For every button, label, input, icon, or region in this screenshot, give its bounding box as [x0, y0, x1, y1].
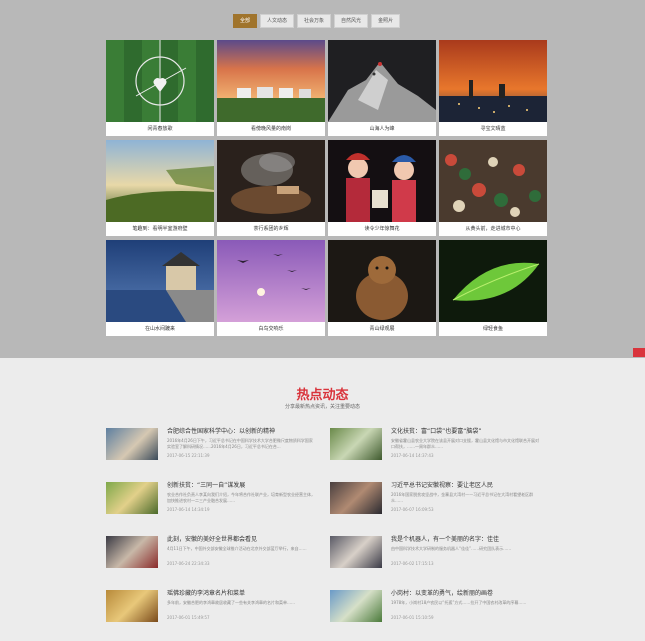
news-thumbnail[interactable]	[106, 536, 158, 568]
news-summary: 4月11日下午，中国外交部安徽全球推介活动在北京外交部蓝厅举行，来自……	[167, 546, 307, 551]
photo-caption: 看傍晚风量的南岗	[250, 126, 291, 132]
news-summary: 由中国科学技术大学研制的服务机器人“佳佳”……研究团队表示……	[391, 546, 512, 551]
news-thumbnail[interactable]	[106, 482, 158, 514]
news-title[interactable]: 文化扶贫：富“口袋”也要富“脑袋”	[391, 426, 539, 435]
photo-card[interactable]: 山海人为峰	[328, 40, 436, 136]
news-title[interactable]: 合肥综合性国家科学中心：以创新的精神	[167, 426, 315, 435]
news-item[interactable]: 合肥综合性国家科学中心：以创新的精神 2016年4月26日下午，习近平总书记在中…	[106, 426, 324, 468]
news-item[interactable]: 文化扶贫：富“口袋”也要富“脑袋” 安徽省霍山县农业大学院在该县开展对口支援，霍…	[330, 426, 548, 468]
photo-thumbnail[interactable]	[328, 240, 436, 322]
photo-card[interactable]: 白鸟交响乐	[217, 240, 325, 336]
photo-thumbnail[interactable]	[217, 40, 325, 122]
news-date: 2017-06-24 22:34:33	[167, 561, 210, 566]
news-section-title: 热点动态	[296, 388, 349, 403]
news-summary: 2016年国家脱贫攻坚战中，金寨县大湾村——习近平总书记在大湾村看望老区群众……	[391, 492, 534, 503]
news-summary: 多年前，安徽合肥的李鸿章故居收藏了一些有关李鸿章的名片和菜单……	[167, 600, 295, 605]
photo-thumbnail[interactable]	[439, 40, 547, 122]
side-float-tab[interactable]	[633, 348, 645, 357]
photo-card[interactable]: 笔趣到：看明半室游府壁	[106, 140, 214, 236]
photo-thumbnail[interactable]	[106, 140, 214, 222]
news-thumbnail[interactable]	[330, 536, 382, 568]
photo-caption: 从黄头前，走进城市中心	[465, 226, 521, 232]
photo-caption: 笔趣到：看明半室游府壁	[132, 226, 188, 232]
tab-all[interactable]: 全部	[233, 14, 258, 28]
tab-culture[interactable]: 人文动态	[260, 14, 295, 28]
news-item[interactable]: 创新扶贫：“三同一自”谋发展 农业合作社负责人李某向我们介绍，今年将合作社联产业…	[106, 480, 324, 522]
photo-caption: 山海人为峰	[369, 126, 395, 132]
news-title[interactable]: 习近平总书记安徽视察：要让老区人民	[391, 480, 539, 489]
photo-gallery-section: 全部 人文动态 社会万象 自然风光 金照片 闲青春放歌 看傍晚风量的南岗 山海人…	[0, 0, 645, 358]
news-item[interactable]: 我是个机器人，有一个美丽的名字：佳佳 由中国科学技术大学研制的服务机器人“佳佳”…	[330, 534, 548, 576]
news-item[interactable]: 瑶佛珍藏的李鸿章名片和菜单 多年前，安徽合肥的李鸿章故居收藏了一些有关李鸿章的名…	[106, 588, 324, 630]
photo-card[interactable]: 寻宝文晴蓝	[439, 40, 547, 136]
page: 全部 人文动态 社会万象 自然风光 金照片 闲青春放歌 看傍晚风量的南岗 山海人…	[0, 0, 645, 641]
category-tabs: 全部 人文动态 社会万象 自然风光 金照片	[233, 14, 401, 28]
photo-thumbnail[interactable]	[328, 140, 436, 222]
photo-card[interactable]: 闲青春放歌	[106, 40, 214, 136]
photo-card[interactable]: 青山绿观展	[328, 240, 436, 336]
news-title[interactable]: 此刻，安徽的美好全世界都会看见	[167, 534, 315, 543]
photo-card[interactable]: 看傍晚风量的南岗	[217, 40, 325, 136]
photo-thumbnail[interactable]	[439, 140, 547, 222]
photo-caption: 读令少年惊舞花	[364, 226, 400, 232]
news-summary: 安徽省霍山县农业大学院在该县开展对口支援，霍山县文化馆与市文化馆联合开展对口帮扶…	[391, 438, 539, 449]
news-thumbnail[interactable]	[106, 428, 158, 460]
news-section-subtitle: 分享最新热点资讯，关注重要动态	[284, 404, 360, 410]
news-thumbnail[interactable]	[330, 428, 382, 460]
photo-card[interactable]: 在山水间踱来	[106, 240, 214, 336]
news-date: 2017-06-01 15:10:59	[391, 615, 434, 620]
news-thumbnail[interactable]	[330, 482, 382, 514]
news-thumbnail[interactable]	[106, 590, 158, 622]
photo-card[interactable]: 绿轻食鱼	[439, 240, 547, 336]
news-list: 合肥综合性国家科学中心：以创新的精神 2016年4月26日下午，习近平总书记在中…	[106, 426, 548, 630]
tab-nature[interactable]: 自然风光	[334, 14, 369, 28]
news-date: 2017-06-07 16:09:53	[391, 507, 434, 512]
photo-card[interactable]: 从黄头前，走进城市中心	[439, 140, 547, 236]
news-summary: 1978年，小岗村18户农民以“托孤”方式……拉开了中国农村改革的序幕……	[391, 600, 527, 605]
photo-thumbnail[interactable]	[328, 40, 436, 122]
news-summary: 农业合作社负责人李某向我们介绍，今年将合作社联产业，培育新型农业经营主体，加快推…	[167, 492, 315, 503]
photo-caption: 闲青春放歌	[147, 126, 173, 132]
news-date: 2017-06-01 15:49:57	[167, 615, 210, 620]
news-title[interactable]: 小岗村：以变革的勇气，绘新丽的画卷	[391, 588, 539, 597]
news-title[interactable]: 创新扶贫：“三同一自”谋发展	[167, 480, 315, 489]
news-item[interactable]: 习近平总书记安徽视察：要让老区人民 2016年国家脱贫攻坚战中，金寨县大湾村——…	[330, 480, 548, 522]
photo-thumbnail[interactable]	[106, 240, 214, 322]
photo-caption: 在山水间踱来	[144, 326, 175, 332]
tab-gold-photos[interactable]: 金照片	[371, 14, 401, 28]
photo-card[interactable]: 茶行系团的乡辉	[217, 140, 325, 236]
photo-thumbnail[interactable]	[217, 140, 325, 222]
news-title[interactable]: 我是个机器人，有一个美丽的名字：佳佳	[391, 534, 539, 543]
news-date: 2017-06-02 17:15:13	[391, 561, 434, 566]
photo-caption: 茶行系团的乡辉	[253, 226, 289, 232]
news-title[interactable]: 瑶佛珍藏的李鸿章名片和菜单	[167, 588, 315, 597]
photo-caption: 绿轻食鱼	[482, 326, 503, 332]
photo-thumbnail[interactable]	[439, 240, 547, 322]
photo-caption: 青山绿观展	[369, 326, 395, 332]
news-date: 2017-06-15 22:11:39	[167, 453, 210, 458]
photo-thumbnail[interactable]	[217, 240, 325, 322]
news-date: 2017-06-14 14:37:43	[391, 453, 434, 458]
news-item[interactable]: 此刻，安徽的美好全世界都会看见 4月11日下午，中国外交部安徽全球推介活动在北京…	[106, 534, 324, 576]
photo-caption: 白鸟交响乐	[258, 326, 284, 332]
photo-thumbnail[interactable]	[106, 40, 214, 122]
hot-news-section: 热点动态 分享最新热点资讯，关注重要动态 合肥综合性国家科学中心：以创新的精神 …	[0, 358, 645, 641]
tab-society[interactable]: 社会万象	[297, 14, 332, 28]
news-date: 2017-06-14 14:34:19	[167, 507, 210, 512]
photo-caption: 寻宝文晴蓝	[480, 126, 506, 132]
photo-card[interactable]: 读令少年惊舞花	[328, 140, 436, 236]
photo-grid: 闲青春放歌 看傍晚风量的南岗 山海人为峰 寻宝文晴蓝 笔趣到：看明半室游府壁 茶…	[106, 40, 548, 336]
news-summary: 2016年4月26日下午，习近平总书记在中国科学技术大学合肥微尺度物质科学国家实…	[167, 438, 313, 449]
news-thumbnail[interactable]	[330, 590, 382, 622]
news-item[interactable]: 小岗村：以变革的勇气，绘新丽的画卷 1978年，小岗村18户农民以“托孤”方式……	[330, 588, 548, 630]
